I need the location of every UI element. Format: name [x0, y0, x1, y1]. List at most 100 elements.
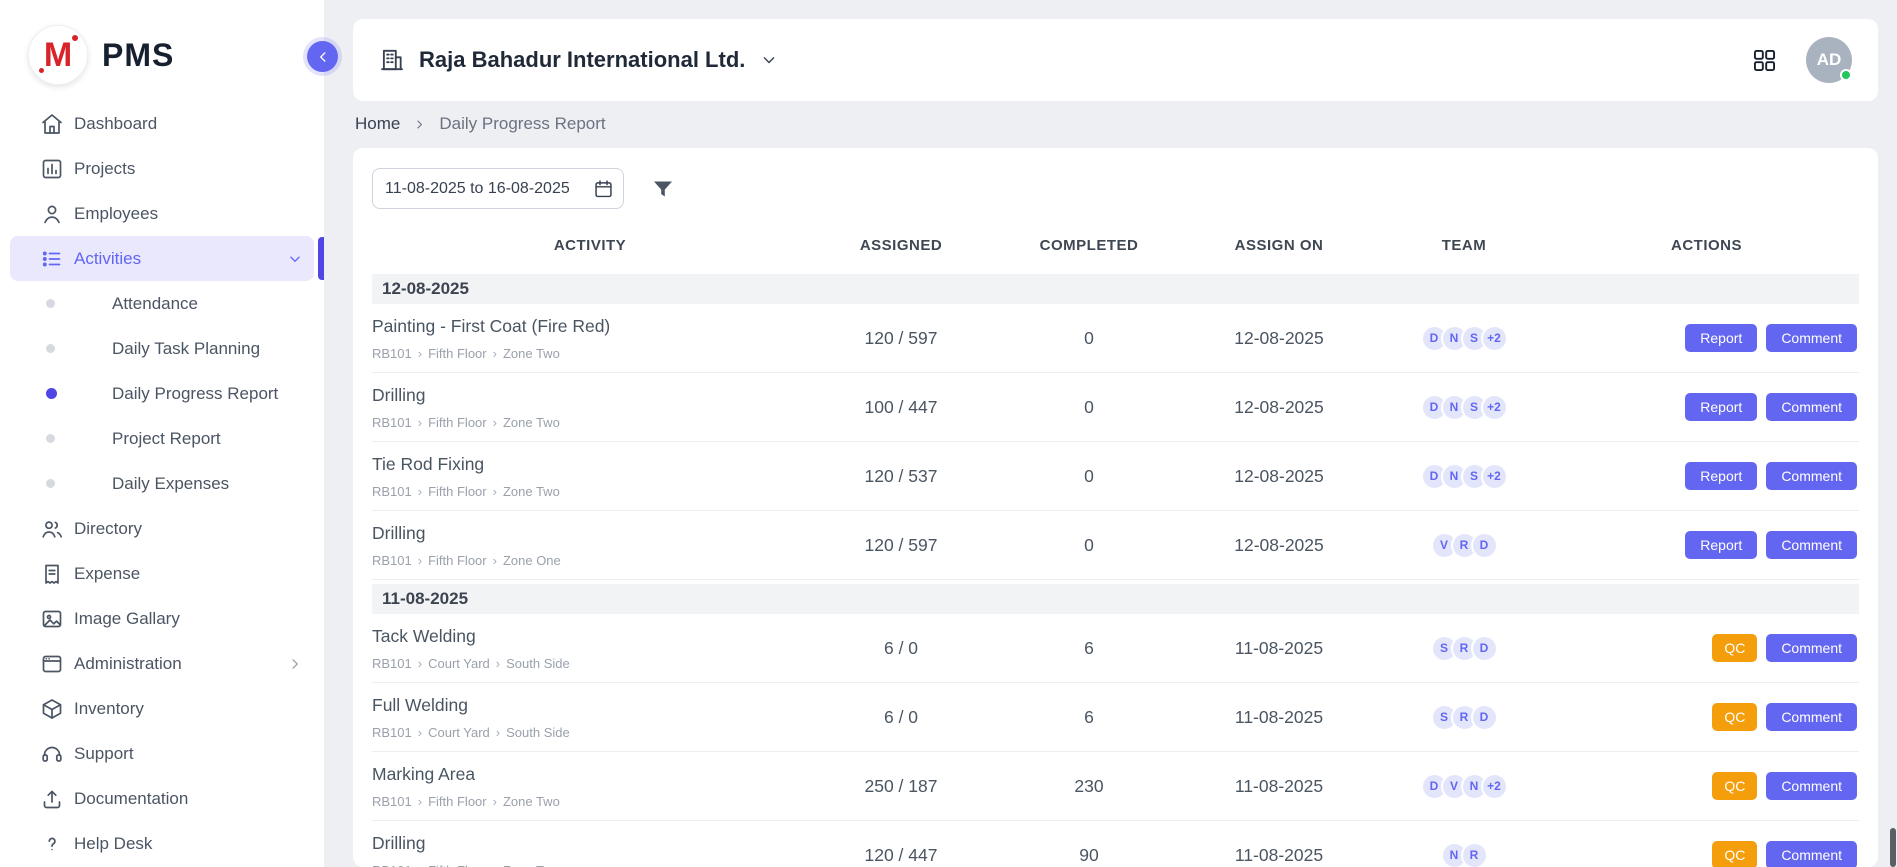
comment-button[interactable]: Comment [1766, 531, 1857, 559]
scrollbar-thumb[interactable] [1890, 828, 1896, 867]
report-button[interactable]: Report [1685, 324, 1757, 352]
breadcrumb-home[interactable]: Home [355, 114, 400, 134]
chevron-down-icon [759, 50, 779, 70]
sidebar-item-documentation[interactable]: Documentation [0, 776, 324, 821]
company-selector[interactable]: Raja Bahadur International Ltd. [379, 47, 779, 73]
sidebar-item-dashboard[interactable]: Dashboard [0, 101, 324, 146]
filter-row [372, 168, 1859, 209]
sidebar-subitem-label: Daily Task Planning [112, 339, 260, 359]
path-segment: Zone Two [503, 484, 560, 499]
chevron-right-icon: › [418, 485, 422, 498]
sidebar-item-projects[interactable]: Projects [0, 146, 324, 191]
main-area: Raja Bahadur International Ltd. AD Home … [324, 0, 1897, 867]
apps-grid-button[interactable] [1751, 47, 1778, 74]
bullet-icon [46, 388, 57, 399]
comment-button[interactable]: Comment [1766, 841, 1857, 867]
path-segment: Zone Two [503, 863, 560, 867]
qc-button[interactable]: QC [1712, 841, 1757, 867]
sidebar-subitem-label: Daily Progress Report [112, 384, 278, 404]
team-cell: NR [1374, 842, 1554, 867]
filter-button[interactable] [651, 177, 675, 201]
comment-button[interactable]: Comment [1766, 462, 1857, 490]
path-segment: Court Yard [428, 656, 490, 671]
table-body: 12-08-2025Painting - First Coat (Fire Re… [372, 274, 1859, 867]
sidebar-item-inventory[interactable]: Inventory [0, 686, 324, 731]
column-header: ACTIVITY [372, 237, 808, 254]
sidebar-subitem-daily-task-planning[interactable]: Daily Task Planning [0, 326, 324, 371]
column-header: COMPLETED [994, 237, 1184, 254]
path-segment: Fifth Floor [428, 346, 487, 361]
chevron-down-icon [286, 250, 304, 268]
sidebar-item-expense[interactable]: Expense [0, 551, 324, 596]
online-status-dot [1840, 69, 1852, 81]
assign-on-cell: 12-08-2025 [1184, 466, 1374, 487]
actions-cell: QC Comment [1554, 772, 1859, 800]
table-row: DrillingRB101›Fifth Floor›Zone Two100 / … [372, 373, 1859, 442]
team-avatar: +2 [1481, 773, 1508, 800]
chevron-right-icon: › [493, 416, 497, 429]
sidebar-subitem-attendance[interactable]: Attendance [0, 281, 324, 326]
path-segment: Fifth Floor [428, 553, 487, 568]
sidebar-item-label: Support [74, 744, 134, 764]
vertical-scrollbar[interactable] [1889, 0, 1897, 867]
chevron-right-icon: › [418, 554, 422, 567]
completed-cell: 6 [994, 707, 1184, 728]
sidebar-subitem-label: Attendance [112, 294, 198, 314]
actions-cell: QC Comment [1554, 841, 1859, 867]
path-segment: RB101 [372, 346, 412, 361]
comment-button[interactable]: Comment [1766, 703, 1857, 731]
comment-button[interactable]: Comment [1766, 772, 1857, 800]
assigned-cell: 120 / 597 [808, 535, 994, 556]
qc-button[interactable]: QC [1712, 703, 1757, 731]
sidebar-item-label: Expense [74, 564, 140, 584]
sidebar-item-help-desk[interactable]: Help Desk [0, 821, 324, 866]
company-name: Raja Bahadur International Ltd. [419, 47, 745, 73]
assign-on-cell: 11-08-2025 [1184, 707, 1374, 728]
team-avatar: D [1471, 635, 1498, 662]
completed-cell: 230 [994, 776, 1184, 797]
sidebar-item-activities[interactable]: Activities [10, 236, 314, 281]
report-button[interactable]: Report [1685, 393, 1757, 421]
building-icon [379, 47, 405, 73]
sidebar-item-support[interactable]: Support [0, 731, 324, 776]
qc-button[interactable]: QC [1712, 634, 1757, 662]
comment-button[interactable]: Comment [1766, 393, 1857, 421]
chevron-right-icon: › [493, 347, 497, 360]
sidebar-subitem-daily-progress-report[interactable]: Daily Progress Report [0, 371, 324, 416]
sidebar-subitem-daily-expenses[interactable]: Daily Expenses [0, 461, 324, 506]
sidebar-item-administration[interactable]: Administration [0, 641, 324, 686]
assign-on-cell: 12-08-2025 [1184, 397, 1374, 418]
app-logo: M PMS [0, 0, 324, 85]
path-segment: Fifth Floor [428, 484, 487, 499]
table-header-row: ACTIVITYASSIGNEDCOMPLETEDASSIGN ONTEAMAC… [372, 233, 1859, 270]
date-range-input[interactable] [372, 168, 624, 209]
report-button[interactable]: Report [1685, 462, 1757, 490]
filter-icon [651, 177, 675, 201]
chevron-right-icon [412, 117, 427, 132]
comment-button[interactable]: Comment [1766, 634, 1857, 662]
table-row: Marking AreaRB101›Fifth Floor›Zone Two25… [372, 752, 1859, 821]
assign-on-cell: 12-08-2025 [1184, 328, 1374, 349]
sidebar-item-employees[interactable]: Employees [0, 191, 324, 236]
user-avatar[interactable]: AD [1806, 37, 1852, 83]
comment-button[interactable]: Comment [1766, 324, 1857, 352]
path-segment: South Side [506, 656, 570, 671]
activity-title: Full Welding [372, 695, 796, 716]
activity-cell: Marking AreaRB101›Fifth Floor›Zone Two [372, 764, 808, 809]
table-row: DrillingRB101›Fifth Floor›Zone Two120 / … [372, 821, 1859, 867]
activity-path: RB101›Fifth Floor›Zone Two [372, 863, 796, 867]
image-gallery-icon [40, 607, 64, 631]
table-row: DrillingRB101›Fifth Floor›Zone One120 / … [372, 511, 1859, 580]
activity-title: Drilling [372, 523, 796, 544]
sidebar-item-directory[interactable]: Directory [0, 506, 324, 551]
chevron-right-icon: › [418, 657, 422, 670]
sidebar-collapse-button[interactable] [307, 41, 338, 72]
inventory-icon [40, 697, 64, 721]
sidebar-item-label: Dashboard [74, 114, 157, 134]
path-segment: RB101 [372, 415, 412, 430]
sidebar-subitem-project-report[interactable]: Project Report [0, 416, 324, 461]
report-button[interactable]: Report [1685, 531, 1757, 559]
sidebar-item-image-gallary[interactable]: Image Gallary [0, 596, 324, 641]
support-icon [40, 742, 64, 766]
qc-button[interactable]: QC [1712, 772, 1757, 800]
